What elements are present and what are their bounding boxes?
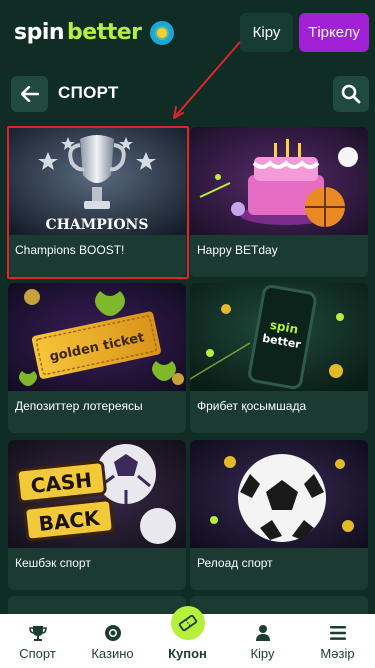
bottom-navigation: Спорт Казино Купон Кіру Мәзір xyxy=(0,606,375,668)
nav-item-sport[interactable]: Спорт xyxy=(0,614,75,668)
section-header: СПОРТ xyxy=(0,66,375,122)
chip-icon xyxy=(104,622,122,644)
nav-item-login[interactable]: Кіру xyxy=(225,614,300,668)
ticket-icon xyxy=(170,606,205,640)
back-button[interactable] xyxy=(11,76,48,112)
champions-art-text: CHAMPIONS xyxy=(46,217,149,233)
promo-label: Релоад спорт xyxy=(197,556,273,570)
nav-item-label: Казино xyxy=(91,646,134,661)
logo-spin-text: spin xyxy=(14,20,65,45)
nav-item-menu[interactable]: Мәзір xyxy=(300,614,375,668)
register-button[interactable]: Тіркелу xyxy=(299,13,369,52)
nav-item-label: Купон xyxy=(168,646,207,661)
promo-label: Депозиттер лотереясы xyxy=(15,399,143,413)
promo-image-cashback: CASH BACK xyxy=(8,440,186,548)
nav-item-label: Мәзір xyxy=(320,646,355,661)
promo-label: Champions BOOST! xyxy=(15,243,125,257)
promo-image-phone-app: spin better xyxy=(190,283,368,391)
promo-card-deposit-lottery[interactable]: golden ticket Депозиттер лотереясы xyxy=(8,283,186,433)
app-header: spin better Кіру Тіркелу xyxy=(0,0,375,66)
menu-icon xyxy=(329,622,347,644)
kazakhstan-flag-icon[interactable] xyxy=(150,21,174,45)
promo-card-cashback-sport[interactable]: CASH BACK Кешбэк спорт xyxy=(8,440,186,590)
promo-card-reload-sport[interactable]: Релоад спорт xyxy=(190,440,368,590)
promo-image-champions: CHAMPIONS xyxy=(8,127,186,235)
page-title: СПОРТ xyxy=(58,83,119,102)
promo-image-golden-ticket: golden ticket xyxy=(8,283,186,391)
promo-label: Кешбэк спорт xyxy=(15,556,91,570)
nav-item-label: Спорт xyxy=(19,646,56,661)
search-icon xyxy=(341,84,361,104)
promo-image-birthday-cake xyxy=(190,127,368,235)
user-icon xyxy=(254,622,272,644)
nav-item-label: Кіру xyxy=(250,646,275,661)
spinbetter-logo[interactable]: spin better xyxy=(14,20,142,45)
arrow-left-icon xyxy=(20,86,39,102)
nav-item-casino[interactable]: Казино xyxy=(75,614,150,668)
promo-card-happy-betday[interactable]: Happy BETday xyxy=(190,127,368,277)
promo-card-champions-boost[interactable]: CHAMPIONS Champions BOOST! xyxy=(8,127,186,277)
nav-item-coupon[interactable]: Купон xyxy=(150,606,225,668)
promo-card-freebet-app[interactable]: spin better Фрибет қосымшада xyxy=(190,283,368,433)
promo-label: Happy BETday xyxy=(197,243,278,257)
trophy-icon xyxy=(28,622,47,644)
promo-image-soccer-ball xyxy=(190,440,368,548)
login-button[interactable]: Кіру xyxy=(240,13,293,52)
promo-label: Фрибет қосымшада xyxy=(197,399,307,413)
logo-better-text: better xyxy=(67,20,142,45)
search-button[interactable] xyxy=(333,76,369,112)
